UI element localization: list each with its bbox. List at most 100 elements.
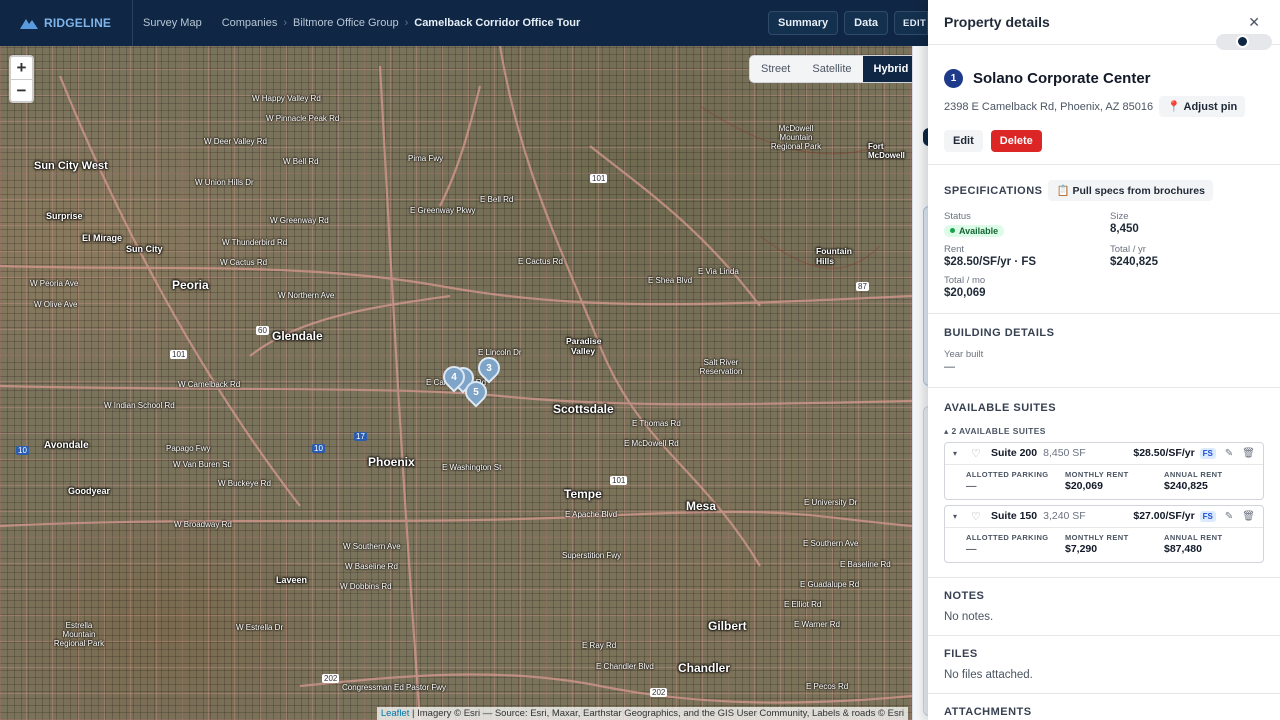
- suite-header[interactable]: ▾ ♡ Suite 150 3,240 SF $27.00/SF/yr FS ✎…: [945, 506, 1263, 528]
- map-label-street: E Lincoln Dr: [478, 348, 522, 357]
- edit-property-button[interactable]: Edit: [944, 130, 983, 152]
- attachments-section: ATTACHMENTS: [928, 692, 1280, 720]
- year-built-value: —: [944, 360, 955, 373]
- heart-icon[interactable]: ♡: [965, 510, 983, 523]
- section-title: FILES: [944, 647, 978, 660]
- zoom-control: + −: [9, 55, 34, 103]
- suite-field-label: ANNUAL RENT: [1164, 469, 1223, 479]
- breadcrumb-companies[interactable]: Companies: [222, 17, 278, 29]
- pencil-icon[interactable]: ✎: [1225, 448, 1233, 459]
- leaflet-link[interactable]: Leaflet: [381, 708, 410, 719]
- highway-shield: 101: [590, 174, 608, 183]
- map-attribution: Leaflet | Imagery © Esri — Source: Esri,…: [376, 707, 908, 720]
- map-label-street: E Baseline Rd: [840, 560, 891, 569]
- suite-field-value: $7,290: [1065, 542, 1098, 555]
- spec-size: Size 8,450: [1110, 211, 1260, 237]
- map-label-city: Laveen: [276, 575, 308, 585]
- zoom-out-button[interactable]: −: [11, 79, 32, 101]
- handle-knob: [1236, 35, 1249, 48]
- brand[interactable]: RIDGELINE: [0, 0, 133, 46]
- suite-card: ▾ ♡ Suite 150 3,240 SF $27.00/SF/yr FS ✎…: [944, 504, 1264, 563]
- map-label-street: W Pinnacle Peak Rd: [266, 114, 340, 123]
- suite-details: ALLOTTED PARKING — MONTHLY RENT $20,069 AN…: [945, 465, 1263, 499]
- spec-label: Status: [944, 211, 971, 222]
- pencil-icon[interactable]: ✎: [1225, 511, 1233, 522]
- spec-label: Total / mo: [944, 274, 986, 286]
- files-empty: No files attached.: [944, 668, 1033, 681]
- layer-satellite-button[interactable]: Satellite: [801, 56, 862, 82]
- map-label-street: E Pecos Rd: [806, 682, 849, 691]
- summary-button[interactable]: Summary: [768, 11, 839, 35]
- panel-header: Property details ✕: [928, 0, 1280, 50]
- breadcrumb-survey-map[interactable]: Survey Map: [143, 17, 202, 29]
- map-label-street: W Cactus Rd: [220, 258, 268, 267]
- map-label-street: W Estrella Dr: [236, 623, 284, 632]
- property-details-panel: Property details ✕ 1 Solano Corporate Ce…: [928, 0, 1280, 720]
- map-label-street: E Thomas Rd: [632, 419, 681, 428]
- edit-mode-button[interactable]: EDIT: [894, 11, 928, 35]
- suite-header[interactable]: ▾ ♡ Suite 200 8,450 SF $28.50/SF/yr FS ✎…: [945, 443, 1263, 465]
- map-label-street: W Van Buren St: [173, 460, 230, 469]
- spec-total-mo: Total / mo $20,069: [944, 275, 1110, 299]
- map-label-street: Congressman Ed Pastor Fwy: [342, 683, 447, 692]
- suites-count-toggle[interactable]: ▴ 2 AVAILABLE SUITES: [944, 426, 1264, 437]
- section-title: NOTES: [944, 589, 985, 602]
- files-section: FILES No files attached.: [928, 634, 1280, 693]
- trash-icon[interactable]: 🗑: [1242, 448, 1255, 459]
- pull-specs-button[interactable]: 📋 Pull specs from brochures: [1048, 180, 1213, 201]
- top-bar: RIDGELINE Survey Map Companies › Biltmor…: [0, 0, 928, 46]
- map-label-street: E Via Linda: [698, 267, 739, 276]
- highway-shield: 101: [170, 350, 188, 359]
- map-label-street: E Washington St: [442, 463, 502, 472]
- chevron-down-icon[interactable]: ▾: [953, 512, 965, 521]
- map-label-street: McDowell Mountain Regional Park: [770, 124, 822, 151]
- layer-hybrid-button[interactable]: Hybrid: [862, 56, 912, 82]
- trash-icon[interactable]: 🗑: [1242, 511, 1255, 522]
- notes-section: NOTES No notes.: [928, 576, 1280, 635]
- map-label-city: Glendale: [272, 329, 323, 343]
- building-details-section: BUILDING DETAILS Year built —: [928, 312, 1280, 387]
- map-label-city: El Mirage: [82, 233, 123, 243]
- layer-street-button[interactable]: Street: [750, 56, 801, 82]
- spec-label: Size: [1110, 211, 1129, 222]
- spec-value: $28.50/SF/yr · FS: [944, 255, 1037, 268]
- suite-field-value: $240,825: [1164, 479, 1208, 492]
- map-label-street: W Northern Ave: [278, 291, 335, 300]
- breadcrumb-company[interactable]: Biltmore Office Group: [293, 17, 399, 29]
- delete-property-button[interactable]: Delete: [990, 130, 1042, 152]
- suite-size: 3,240 SF: [1043, 510, 1086, 522]
- map-label-street: Superstition Fwy: [562, 551, 622, 560]
- mountain-logo-icon: [20, 19, 38, 29]
- specifications-section: SPECIFICATIONS 📋 Pull specs from brochur…: [928, 164, 1280, 313]
- data-button[interactable]: Data: [844, 11, 888, 35]
- close-icon[interactable]: ✕: [1248, 14, 1260, 31]
- map-label-street: W Happy Valley Rd: [252, 94, 321, 103]
- year-built-label: Year built: [944, 348, 984, 360]
- map-label-city: Goodyear: [68, 486, 111, 496]
- chevron-down-icon[interactable]: ▾: [953, 449, 965, 458]
- panel-title: Property details: [944, 14, 1050, 30]
- suite-field-label: MONTHLY RENT: [1065, 532, 1129, 542]
- app-name: RIDGELINE: [44, 16, 112, 30]
- map-label-city: Sun City: [126, 244, 163, 254]
- highway-shield: 101: [610, 476, 628, 485]
- map[interactable]: Sun City West Surprise El Mirage Sun Cit…: [0, 46, 912, 720]
- breadcrumb-separator: ›: [404, 17, 409, 29]
- map-label-city: Mesa: [686, 499, 717, 513]
- heart-icon[interactable]: ♡: [965, 447, 983, 460]
- suites-count-label: 2 AVAILABLE SUITES: [951, 425, 1046, 436]
- breadcrumb-current: Camelback Corridor Office Tour: [414, 17, 581, 29]
- map-label-street: E Greenway Pkwy: [410, 206, 476, 215]
- map-label-city: Surprise: [46, 211, 83, 221]
- spec-value: $240,825: [1110, 255, 1158, 268]
- clipboard-icon: 📋: [1056, 185, 1070, 197]
- property-number-badge: 1: [944, 69, 963, 88]
- adjust-pin-button[interactable]: 📍 Adjust pin: [1159, 96, 1246, 117]
- section-title: ATTACHMENTS: [944, 705, 1032, 718]
- map-label-street: E Warner Rd: [794, 620, 840, 629]
- highway-shield: 202: [650, 688, 668, 697]
- zoom-in-button[interactable]: +: [11, 57, 32, 79]
- resize-handle[interactable]: [1216, 34, 1272, 50]
- map-label-street: Estrella Mountain Regional Park: [53, 621, 105, 648]
- spec-value: 8,450: [1110, 223, 1139, 235]
